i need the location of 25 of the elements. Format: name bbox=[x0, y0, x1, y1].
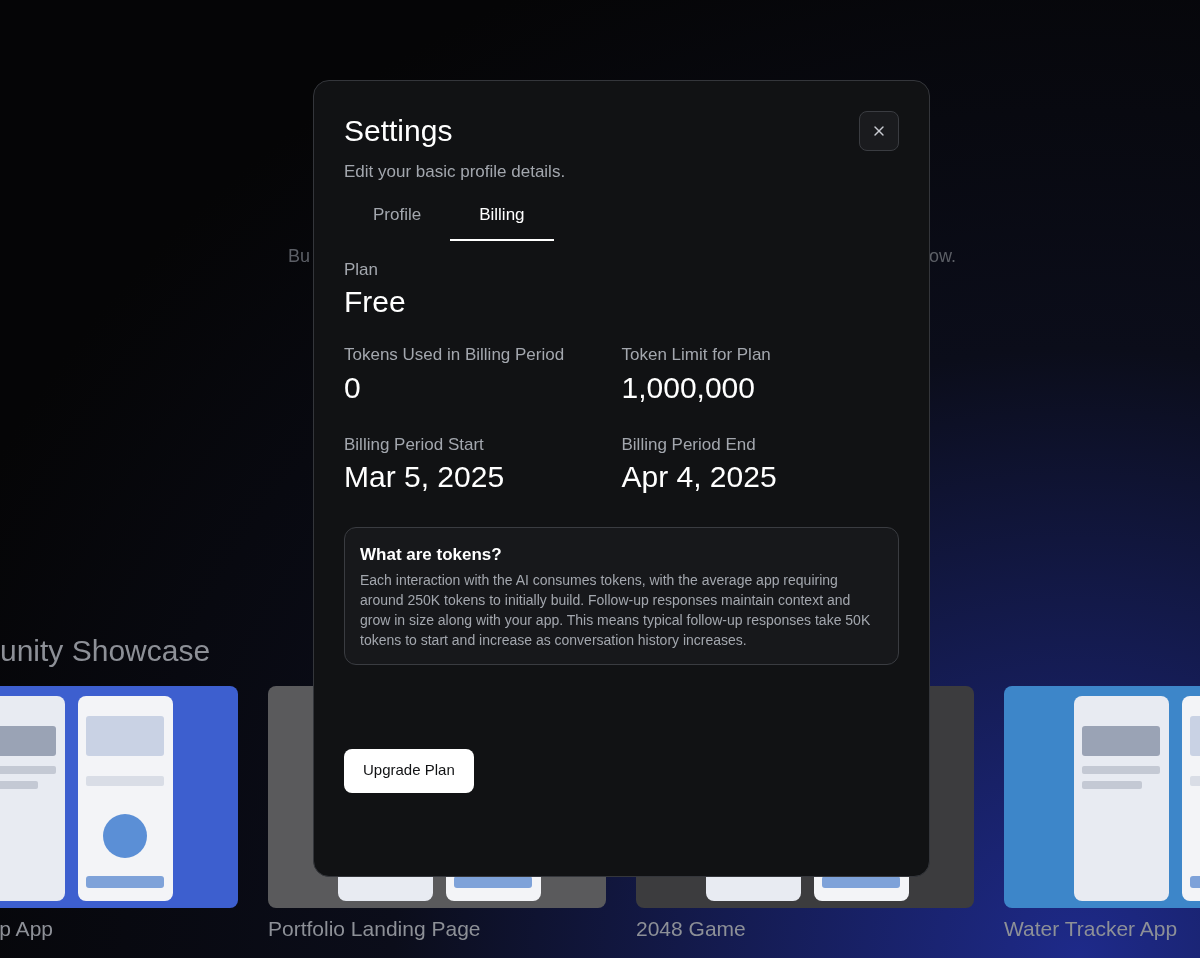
field-label: Tokens Used in Billing Period bbox=[344, 344, 565, 366]
tab[interactable]: Profile bbox=[344, 198, 451, 241]
field-label: Billing Period Start bbox=[344, 433, 484, 456]
field-label: Plan bbox=[344, 259, 379, 279]
hero-text: ow. bbox=[928, 245, 956, 268]
field-value: Apr 4, 2025 bbox=[621, 459, 777, 495]
tab[interactable]: Billing bbox=[450, 198, 554, 241]
card-title[interactable]: 2048 Game bbox=[636, 917, 746, 940]
section-heading: unity Showcase bbox=[0, 634, 211, 667]
card-title[interactable]: Portfolio Landing Page bbox=[268, 917, 481, 940]
field-value: Free bbox=[344, 285, 406, 318]
close-button[interactable] bbox=[859, 111, 899, 151]
card-title[interactable]: Water Tracker App bbox=[1004, 917, 1178, 940]
dialog-subtitle: Edit your basic profile details. bbox=[344, 161, 567, 183]
info-text: Each interaction with the AI consumes tokens, with the average app requiring around 250K tokens to initially build. Follow-up responses maintain context and grow in size along with your app. This means typical follow-up responses take 50K tokens to start and increase as conversation history increases. bbox=[360, 570, 872, 650]
hero-text: Bu bbox=[288, 245, 311, 268]
info-title: What are tokens? bbox=[360, 544, 503, 566]
field-value: Mar 5, 2025 bbox=[344, 459, 505, 495]
field-value: 1,000,000 bbox=[621, 369, 755, 406]
dialog-title: Settings bbox=[344, 113, 453, 149]
card-title[interactable]: p App bbox=[0, 916, 53, 942]
field-value: 0 bbox=[344, 369, 361, 406]
field-label: Token Limit for Plan bbox=[621, 344, 771, 366]
field-label: Billing Period End bbox=[621, 433, 756, 456]
upgrade-button[interactable]: Upgrade Plan bbox=[344, 748, 474, 793]
